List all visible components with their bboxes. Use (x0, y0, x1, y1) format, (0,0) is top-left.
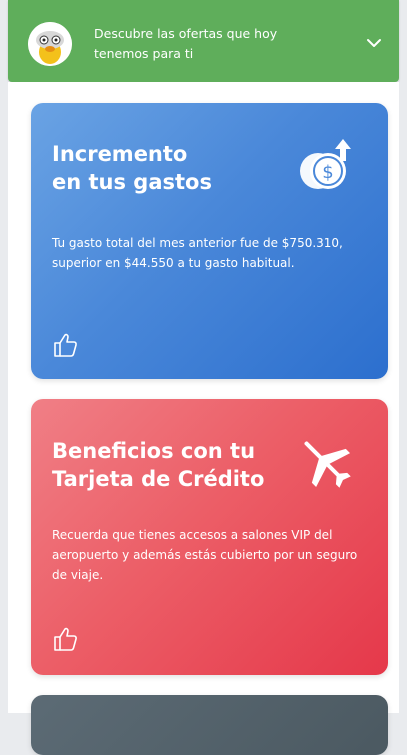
mascot-icon (28, 22, 72, 66)
card-body-text: Recuerda que tienes accesos a salones VI… (52, 528, 358, 582)
card-title-line: Tarjeta de Crédito (52, 467, 265, 491)
card-title-line: en tus gastos (52, 170, 212, 194)
card-title: Incremento en tus gastos (52, 140, 292, 196)
thumbs-up-icon[interactable] (52, 331, 80, 359)
thumbs-up-icon[interactable] (52, 625, 80, 653)
card-title-line: Incremento (52, 142, 188, 166)
mascot-avatar (28, 22, 72, 66)
svg-text:$: $ (322, 162, 333, 183)
airplane-icon (304, 441, 351, 488)
card-body-text: Tu gasto total del mes anterior fue de $… (52, 236, 343, 270)
card-next[interactable] (31, 695, 388, 755)
card-spending-increase[interactable]: Incremento en tus gastos $ Tu gasto tota… (31, 103, 388, 379)
card-title: Beneficios con tu Tarjeta de Crédito (52, 437, 292, 493)
card-credit-card-benefits[interactable]: Beneficios con tu Tarjeta de Crédito Rec… (31, 399, 388, 675)
chevron-down-icon[interactable] (365, 34, 383, 52)
banner-text: Descubre las ofertas que hoy tenemos par… (94, 26, 278, 61)
card-title-line: Beneficios con tu (52, 439, 256, 463)
coins-up-arrow-icon: $ (300, 139, 351, 189)
offers-banner[interactable]: Descubre las ofertas que hoy tenemos par… (8, 0, 399, 82)
